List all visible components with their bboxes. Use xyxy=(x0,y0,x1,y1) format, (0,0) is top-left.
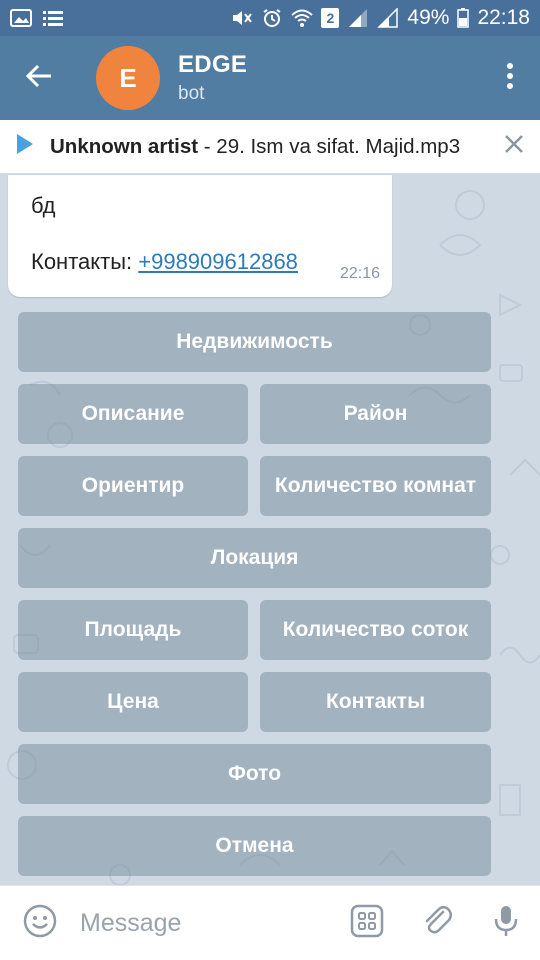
kb-button-price[interactable]: Цена xyxy=(18,672,248,732)
play-button[interactable] xyxy=(0,120,50,174)
close-player-button[interactable] xyxy=(488,120,540,174)
voice-message-button[interactable] xyxy=(472,886,540,960)
wifi-icon xyxy=(291,8,314,28)
kb-button-cancel[interactable]: Отмена xyxy=(18,816,491,876)
signal-icon xyxy=(347,8,369,28)
battery-icon xyxy=(457,8,470,28)
avatar[interactable]: E xyxy=(96,46,160,110)
contacts-label: Контакты: xyxy=(31,249,139,274)
message-line: бд xyxy=(31,193,56,218)
kb-button-contacts[interactable]: Контакты xyxy=(260,672,491,732)
kb-button-landmark[interactable]: Ориентир xyxy=(18,456,248,516)
mute-icon xyxy=(231,8,253,28)
alarm-icon xyxy=(261,8,283,28)
kb-button-realty[interactable]: Недвижимость xyxy=(18,312,491,372)
paperclip-icon xyxy=(421,904,453,943)
message-composer xyxy=(0,885,540,960)
signal-icon-2 xyxy=(377,7,399,28)
kb-button-description[interactable]: Описание xyxy=(18,384,248,444)
audio-player-bar: Unknown artist - 29. Ism va sifat. Majid… xyxy=(0,120,540,174)
track-artist: Unknown artist xyxy=(50,134,199,158)
list-icon xyxy=(42,8,64,28)
phone-link[interactable]: +998909612868 xyxy=(138,249,298,274)
now-playing[interactable]: Unknown artist - 29. Ism va sifat. Majid… xyxy=(50,135,460,159)
chat-header: E EDGE bot xyxy=(0,36,540,120)
kb-button-sotok[interactable]: Количество соток xyxy=(260,600,491,660)
message-input[interactable] xyxy=(80,908,330,938)
attach-button[interactable] xyxy=(402,886,472,960)
sim-badge: 2 xyxy=(321,8,340,28)
kb-button-location[interactable]: Локация xyxy=(18,528,491,588)
more-options-button[interactable] xyxy=(480,36,540,120)
message-contacts: Контакты: +998909612868 xyxy=(31,249,298,275)
emoji-button[interactable] xyxy=(0,886,80,960)
battery-percent: 49% xyxy=(407,6,450,29)
emoji-icon xyxy=(23,904,57,943)
chat-area[interactable]: бд Контакты: +998909612868 22:16 Недвижи… xyxy=(0,175,540,885)
kb-button-photo[interactable]: Фото xyxy=(18,744,491,804)
back-arrow-icon xyxy=(25,62,53,95)
keyboard-grid-icon xyxy=(350,904,384,943)
play-icon xyxy=(15,133,35,160)
microphone-icon xyxy=(493,904,519,943)
chat-title-block[interactable]: EDGE bot xyxy=(178,51,247,105)
message-time: 22:16 xyxy=(339,265,380,282)
bot-keyboard-button[interactable] xyxy=(332,886,402,960)
gallery-icon xyxy=(10,8,32,28)
track-title: - 29. Ism va sifat. Majid.mp3 xyxy=(198,134,461,158)
kb-button-rooms[interactable]: Количество комнат xyxy=(260,456,491,516)
kb-button-district[interactable]: Район xyxy=(260,384,491,444)
kb-button-area[interactable]: Площадь xyxy=(18,600,248,660)
chat-subtitle: bot xyxy=(178,83,205,104)
close-icon xyxy=(504,134,524,159)
message-bubble[interactable]: бд Контакты: +998909612868 22:16 xyxy=(8,175,392,297)
kebab-menu-icon xyxy=(506,62,514,95)
status-bar: 2 49% 22:18 xyxy=(0,0,540,36)
clock: 22:18 xyxy=(477,6,530,29)
back-button[interactable] xyxy=(0,36,78,120)
chat-title: EDGE xyxy=(178,51,248,78)
